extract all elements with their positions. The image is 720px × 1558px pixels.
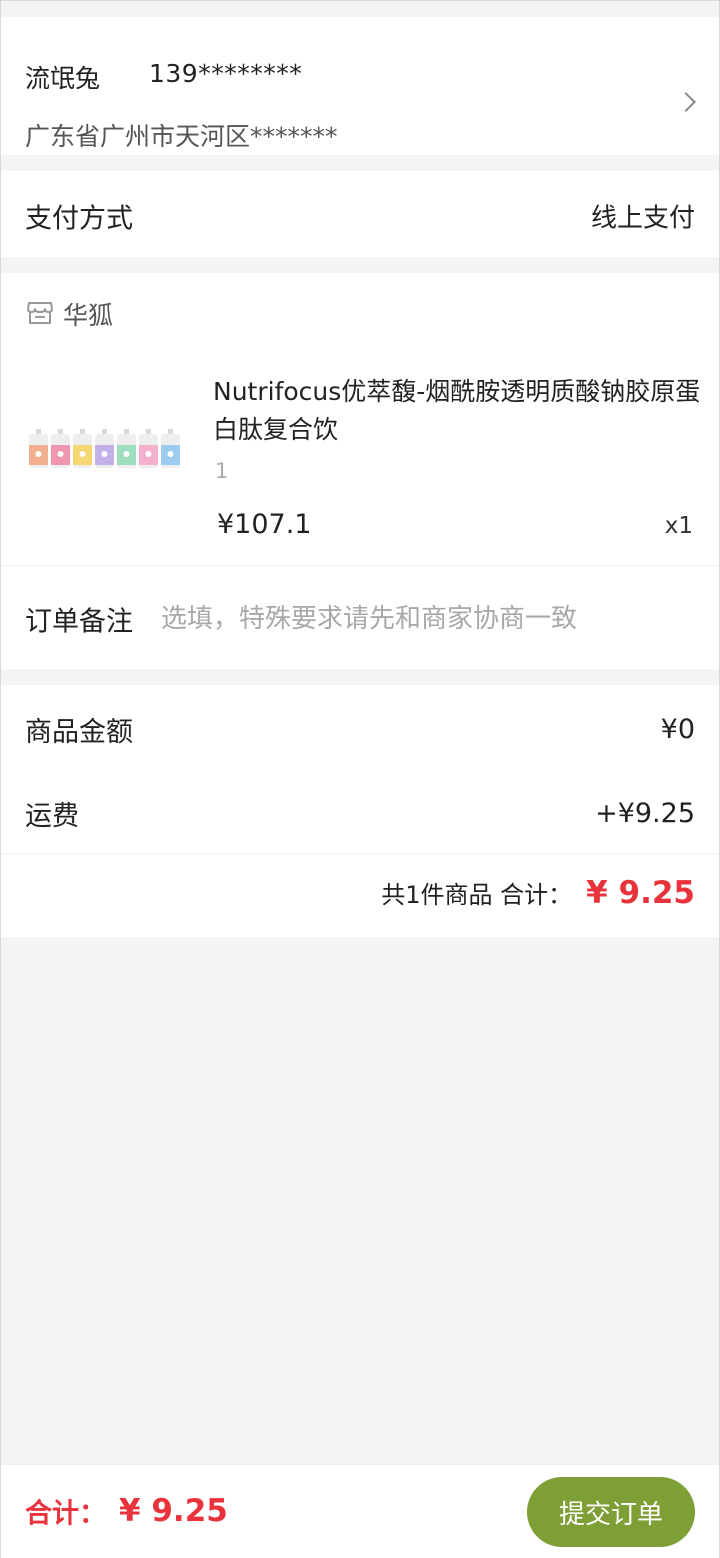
bottom-total-label: 合计：	[25, 1498, 106, 1530]
product-spec: 1	[215, 459, 229, 483]
price-summary-card: 商品金额 ¥0 运费 +¥9.25 共1件商品 合计： ¥ 9.25	[1, 685, 719, 937]
product-quantity: x1	[664, 513, 693, 539]
order-confirm-page: 流氓兔 139******** 广东省广州市天河区******* 支付方式 线上…	[0, 0, 720, 1558]
store-card: 华狐 Nutrifocus优萃馥-烟酰胺透明质酸钠胶原蛋白肽复合饮 1 ¥107…	[1, 273, 719, 669]
payment-method-label: 支付方式	[25, 203, 133, 235]
recipient-address: 广东省广州市天河区*******	[25, 122, 338, 151]
product-pouch	[29, 429, 48, 468]
store-name: 华狐	[63, 301, 114, 330]
product-pouch	[117, 429, 136, 468]
address-card[interactable]: 流氓兔 139******** 广东省广州市天河区*******	[1, 17, 719, 155]
product-title[interactable]: Nutrifocus优萃馥-烟酰胺透明质酸钠胶原蛋白肽复合饮	[213, 373, 703, 449]
recipient-name: 流氓兔	[25, 64, 101, 93]
payment-method-row[interactable]: 支付方式 线上支付	[1, 171, 719, 257]
product-pouch	[95, 429, 114, 468]
shipping-row: 运费 +¥9.25	[25, 793, 695, 833]
store-icon	[25, 297, 55, 331]
product-pouch	[73, 429, 92, 468]
divider	[1, 565, 719, 566]
order-total-text: 共1件商品 合计：	[381, 881, 573, 909]
submit-order-button[interactable]: 提交订单	[527, 1477, 695, 1547]
divider	[1, 853, 719, 854]
product-pouch	[139, 429, 158, 468]
store-header[interactable]: 华狐	[25, 297, 114, 331]
order-total-amount: ¥ 9.25	[586, 875, 695, 911]
product-price: ¥107.1	[217, 509, 312, 540]
shipping-label: 运费	[25, 800, 79, 832]
bottom-total-amount: ¥ 9.25	[119, 1493, 228, 1529]
order-total-row: 共1件商品 合计： ¥ 9.25	[381, 875, 695, 911]
goods-amount-row: 商品金额 ¥0	[25, 709, 695, 749]
recipient-phone: 139********	[149, 59, 303, 88]
payment-method-value: 线上支付	[590, 203, 695, 234]
bottom-submit-bar: 合计： ¥ 9.25 提交订单	[1, 1464, 719, 1558]
chevron-right-icon	[676, 92, 696, 112]
goods-amount-label: 商品金额	[25, 716, 133, 748]
product-pouch	[161, 429, 180, 468]
product-pouch	[51, 429, 70, 468]
product-image[interactable]	[25, 423, 185, 479]
goods-amount-value: ¥0	[660, 713, 695, 745]
shipping-value: +¥9.25	[595, 797, 695, 829]
order-remark-label: 订单备注	[25, 606, 133, 638]
order-remark-input[interactable]	[161, 599, 691, 639]
